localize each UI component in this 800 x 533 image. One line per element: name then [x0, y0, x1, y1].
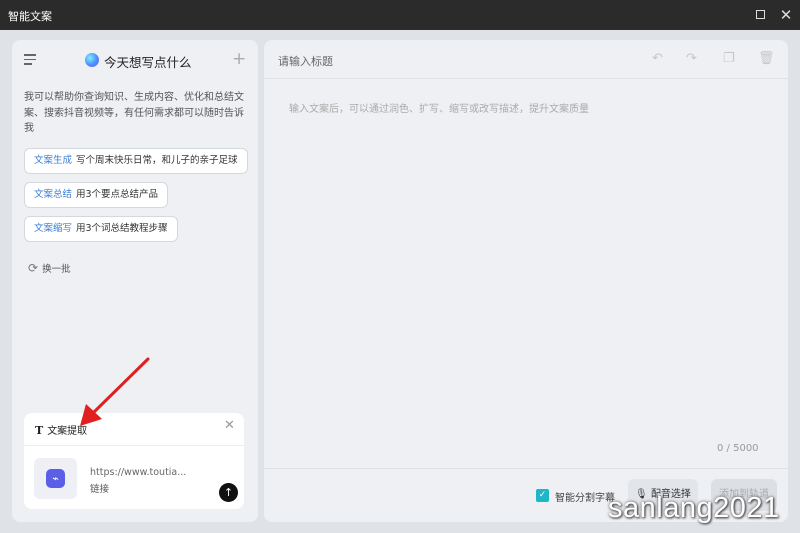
content-textarea[interactable]: 输入文案后，可以通过润色、扩写、缩写或改写描述，提升文案质量	[289, 100, 589, 115]
suggestion-tag: 文案缩写	[34, 223, 73, 234]
divider	[264, 78, 788, 79]
divider	[24, 445, 244, 446]
copy-icon[interactable]: ❐	[723, 51, 735, 66]
card-title: T 文案提取	[35, 422, 87, 437]
assistant-intro: 我可以帮助你查询知识、生成内容、优化和总结文案、搜索抖音视频等，有任何需求都可以…	[24, 92, 244, 134]
watermark: sanlang2021	[608, 492, 780, 524]
suggestion-tag: 文案生成	[34, 155, 73, 166]
assistant-panel: 今天想写点什么 + 我可以帮助你查询知识、生成内容、优化和总结文案、搜索抖音视频…	[12, 40, 258, 522]
menu-icon[interactable]	[24, 54, 36, 65]
undo-icon[interactable]: ↶	[652, 51, 663, 66]
window-title: 智能文案	[8, 10, 52, 23]
title-input[interactable]: 请输入标题	[278, 53, 333, 69]
suggestion-tag: 文案总结	[34, 189, 73, 200]
close-card-icon[interactable]: ✕	[224, 418, 235, 433]
char-count: 0 / 5000	[717, 443, 759, 454]
suggestion-chip[interactable]: 文案生成 写个周末快乐日常，和儿子的亲子足球	[24, 148, 248, 174]
suggestion-text: 用3个词总结教程步骤	[76, 223, 168, 234]
refresh-label: 换一批	[42, 264, 71, 275]
title-bar: 智能文案 ✕	[0, 0, 800, 30]
link-url: https://www.toutia...	[90, 467, 187, 478]
new-chat-plus-icon[interactable]: +	[232, 49, 246, 69]
suggestion-chip[interactable]: 文案总结 用3个要点总结产品	[24, 182, 169, 208]
ai-orb-icon	[85, 53, 99, 67]
divider	[264, 468, 788, 469]
maximize-icon	[755, 10, 765, 19]
text-format-icon: T	[35, 424, 44, 437]
link-attachment: ⌁	[34, 458, 77, 499]
link-type-label: 链接	[90, 484, 110, 495]
suggestion-text: 用3个要点总结产品	[76, 189, 159, 200]
close-window-button[interactable]: ✕	[777, 6, 795, 24]
suggestion-chip[interactable]: 文案缩写 用3个词总结教程步骤	[24, 216, 178, 242]
smart-subtitle-checkbox[interactable]: ✓	[536, 489, 549, 502]
smart-subtitle-label: 智能分割字幕	[555, 493, 615, 504]
maximize-button[interactable]	[751, 6, 769, 24]
refresh-suggestions-button[interactable]: ⟳ 换一批	[28, 261, 71, 275]
refresh-icon: ⟳	[28, 261, 39, 275]
suggestion-text: 写个周末快乐日常，和儿子的亲子足球	[76, 155, 238, 166]
redo-icon[interactable]: ↷	[686, 51, 697, 66]
text-extract-card: T 文案提取 ✕ ⌁ https://www.toutia... 链接 ↑	[24, 413, 244, 509]
card-title-text: 文案提取	[47, 426, 88, 437]
send-button[interactable]: ↑	[219, 483, 238, 502]
editor-panel: 请输入标题 ↶ ↷ ❐ 🗑 输入文案后，可以通过润色、扩写、缩写或改写描述，提升…	[264, 40, 788, 522]
link-icon: ⌁	[46, 469, 65, 488]
delete-icon[interactable]: 🗑	[758, 51, 775, 66]
assistant-heading: 今天想写点什么	[104, 55, 192, 70]
